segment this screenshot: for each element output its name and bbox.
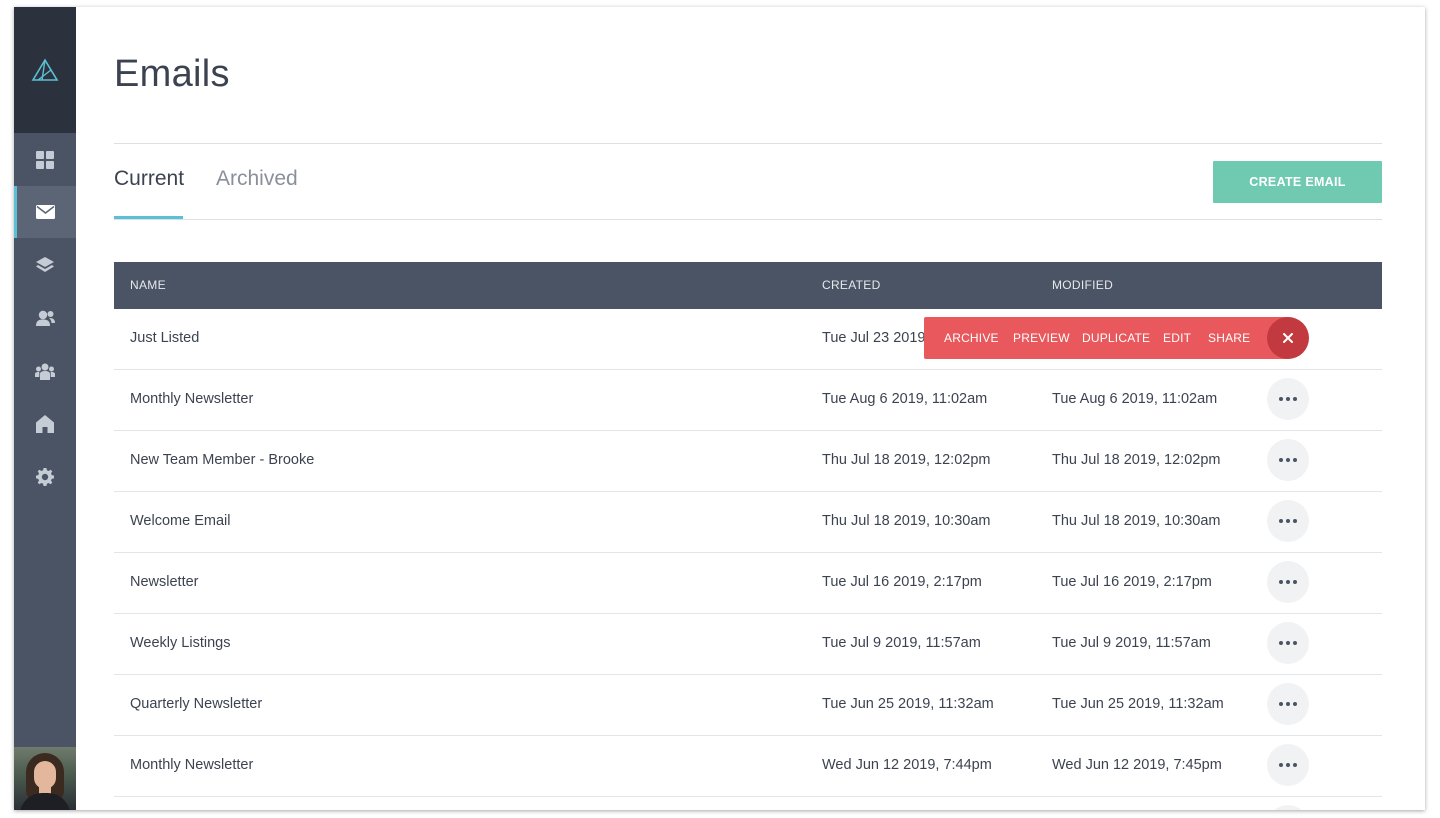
more-options-button[interactable]	[1267, 561, 1309, 603]
gear-icon	[36, 468, 54, 486]
share-button[interactable]: SHARE	[1208, 331, 1250, 345]
more-options-button[interactable]	[1267, 500, 1309, 542]
email-name[interactable]: Newsletter	[130, 574, 199, 590]
email-created: Wed Jun 12 2019, 7:44pm	[822, 757, 992, 773]
more-options-button[interactable]	[1267, 805, 1309, 810]
column-header-modified[interactable]: MODIFIED	[1052, 278, 1113, 292]
table-row[interactable]: Welcome Email Thu Jul 18 2019, 10:30am T…	[114, 492, 1382, 553]
create-email-button[interactable]: CREATE EMAIL	[1213, 161, 1382, 203]
column-header-name[interactable]: NAME	[130, 278, 166, 292]
more-options-button[interactable]	[1267, 439, 1309, 481]
emails-table: NAME CREATED MODIFIED Just Listed Tue Ju…	[114, 262, 1382, 810]
table-row[interactable]: Monthly Newsletter Wed Jun 12 2019, 7:44…	[114, 736, 1382, 797]
table-row[interactable]: Just Listed Tue Jul 23 2019 ARCHIVE PREV…	[114, 309, 1382, 370]
email-modified: Thu Jul 18 2019, 10:30am	[1052, 513, 1221, 529]
email-name[interactable]: Monthly Newsletter	[130, 757, 253, 773]
sidebar	[14, 7, 76, 810]
email-modified: Thu Jul 18 2019, 12:02pm	[1052, 452, 1221, 468]
email-name[interactable]: New Team Member - Brooke	[130, 452, 314, 468]
email-created: Tue Jul 16 2019, 2:17pm	[822, 574, 982, 590]
row-actions-menu: ARCHIVE PREVIEW DUPLICATE EDIT SHARE	[924, 317, 1309, 359]
archive-button[interactable]: ARCHIVE	[944, 331, 999, 345]
logo[interactable]	[14, 7, 76, 133]
tab-current[interactable]: Current	[114, 167, 184, 191]
more-options-button[interactable]	[1267, 744, 1309, 786]
ellipsis-icon	[1279, 763, 1297, 767]
title-divider	[114, 143, 1382, 144]
table-row-partial	[114, 797, 1382, 810]
edit-button[interactable]: EDIT	[1163, 331, 1191, 345]
triangle-logo-icon	[31, 58, 59, 81]
tab-archived[interactable]: Archived	[216, 167, 298, 191]
dashboard-grid-icon	[36, 151, 54, 169]
layers-icon	[36, 257, 54, 272]
email-created: Tue Aug 6 2019, 11:02am	[822, 391, 988, 407]
close-icon	[1283, 333, 1293, 343]
ellipsis-icon	[1279, 641, 1297, 645]
more-options-button[interactable]	[1267, 683, 1309, 725]
app-window: Emails Current Archived CREATE EMAIL NAM…	[14, 7, 1425, 810]
main-content: Emails Current Archived CREATE EMAIL NAM…	[76, 7, 1425, 810]
email-created: Tue Jul 9 2019, 11:57am	[822, 635, 981, 651]
team-icon	[35, 363, 55, 380]
page-title: Emails	[114, 53, 230, 95]
avatar[interactable]	[14, 747, 76, 810]
more-options-button[interactable]	[1267, 622, 1309, 664]
ellipsis-icon	[1279, 519, 1297, 523]
close-actions-button[interactable]	[1267, 317, 1309, 359]
ellipsis-icon	[1279, 580, 1297, 584]
home-icon	[36, 415, 54, 433]
ellipsis-icon	[1279, 458, 1297, 462]
table-row[interactable]: Monthly Newsletter Tue Aug 6 2019, 11:02…	[114, 370, 1382, 431]
email-modified: Tue Jul 16 2019, 2:17pm	[1052, 574, 1212, 590]
email-modified: Tue Jul 9 2019, 11:57am	[1052, 635, 1211, 651]
table-row[interactable]: Newsletter Tue Jul 16 2019, 2:17pm Tue J…	[114, 553, 1382, 614]
email-name[interactable]: Quarterly Newsletter	[130, 696, 262, 712]
table-row[interactable]: Weekly Listings Tue Jul 9 2019, 11:57am …	[114, 614, 1382, 675]
email-name[interactable]: Monthly Newsletter	[130, 391, 253, 407]
email-created: Thu Jul 18 2019, 10:30am	[822, 513, 991, 529]
email-created: Tue Jun 25 2019, 11:32am	[822, 696, 994, 712]
ellipsis-icon	[1279, 397, 1297, 401]
tabs-divider	[114, 219, 1382, 220]
envelope-icon	[35, 205, 55, 219]
email-name[interactable]: Just Listed	[130, 330, 199, 346]
ellipsis-icon	[1279, 702, 1297, 706]
email-modified: Wed Jun 12 2019, 7:45pm	[1052, 757, 1222, 773]
more-options-button[interactable]	[1267, 378, 1309, 420]
sidebar-item-contacts[interactable]	[14, 292, 76, 344]
sidebar-item-emails[interactable]	[14, 186, 76, 238]
preview-button[interactable]: PREVIEW	[1013, 331, 1070, 345]
email-created: Thu Jul 18 2019, 12:02pm	[822, 452, 991, 468]
column-header-created[interactable]: CREATED	[822, 278, 881, 292]
email-created: Tue Jul 23 2019	[822, 330, 926, 346]
sidebar-item-dashboard[interactable]	[14, 134, 76, 186]
sidebar-item-layers[interactable]	[14, 239, 76, 291]
sidebar-item-team[interactable]	[14, 345, 76, 397]
sidebar-item-settings[interactable]	[14, 451, 76, 503]
table-row[interactable]: Quarterly Newsletter Tue Jun 25 2019, 11…	[114, 675, 1382, 736]
sidebar-item-home[interactable]	[14, 398, 76, 450]
email-name[interactable]: Welcome Email	[130, 513, 230, 529]
email-modified: Tue Aug 6 2019, 11:02am	[1052, 391, 1218, 407]
email-name[interactable]: Weekly Listings	[130, 635, 230, 651]
email-modified: Tue Jun 25 2019, 11:32am	[1052, 696, 1224, 712]
table-header: NAME CREATED MODIFIED	[114, 262, 1382, 309]
duplicate-button[interactable]: DUPLICATE	[1082, 331, 1150, 345]
contacts-icon	[35, 310, 55, 326]
table-row[interactable]: New Team Member - Brooke Thu Jul 18 2019…	[114, 431, 1382, 492]
avatar-face	[34, 761, 56, 789]
